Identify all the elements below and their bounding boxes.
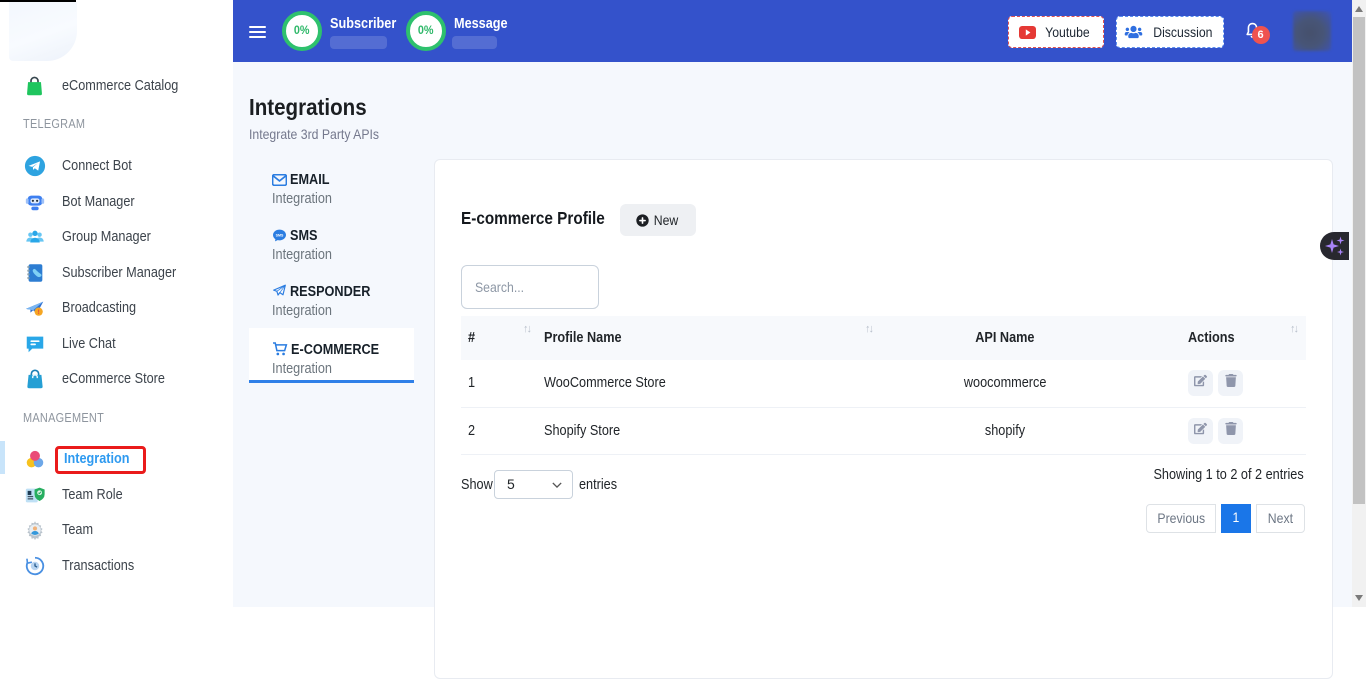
svg-text:!: ! [38, 309, 40, 316]
svg-text:SMS: SMS [276, 233, 284, 237]
